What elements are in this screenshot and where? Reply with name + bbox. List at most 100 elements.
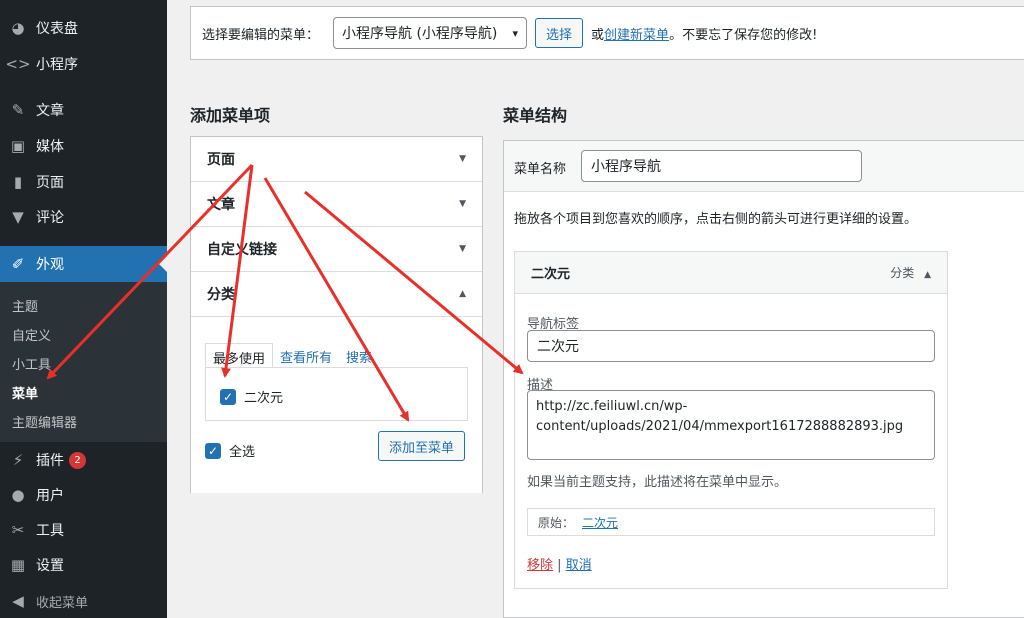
triangle-down-icon: ▼ (459, 244, 466, 254)
menu-select-value: 小程序导航 (小程序导航) (342, 26, 498, 42)
save-hint-text: 。不要忘了保存您的修改! (669, 27, 818, 43)
menu-name-input[interactable]: 小程序导航 (581, 150, 862, 182)
code-icon: <> (5, 55, 31, 73)
page-icon: ▮ (13, 173, 23, 191)
category-list: ✓ 二次元 (205, 367, 468, 421)
menu-tools[interactable]: ✂ 工具 (0, 512, 167, 548)
menu-comments[interactable]: ▼ 评论 (0, 199, 167, 235)
menu-name-label: 菜单名称 (514, 162, 567, 177)
menu-posts-label: 文章 (36, 103, 64, 119)
menu-appearance-label: 外观 (36, 257, 64, 273)
item-actions: 移除 | 取消 (527, 554, 592, 573)
menu-miniprogram-label: 小程序 (36, 57, 78, 73)
create-menu-hint: 或创建新菜单。不要忘了保存您的修改! (591, 24, 817, 43)
menu-settings[interactable]: ▦ 设置 (0, 547, 167, 583)
or-text: 或 (591, 27, 605, 43)
submenu-customize[interactable]: 自定义 (12, 325, 51, 344)
original-label: 原始： (538, 515, 575, 530)
menu-media-label: 媒体 (36, 139, 64, 155)
menu-comments-label: 评论 (36, 210, 64, 226)
appearance-submenu: 主题 自定义 小工具 菜单 主题编辑器 (0, 282, 167, 442)
category-checkbox[interactable]: ✓ (220, 388, 236, 405)
wrench-icon: ✂ (11, 521, 25, 539)
select-all-checkbox[interactable]: ✓ (205, 442, 221, 459)
menu-tools-label: 工具 (36, 523, 64, 539)
menu-plugins[interactable]: ⚡ 插件 2 (0, 442, 167, 478)
accordion-categories-label: 分类 (207, 287, 235, 303)
select-menu-button[interactable]: 选择 (535, 18, 584, 48)
menu-select-bar: 选择要编辑的菜单： 小程序导航 (小程序导航) ▾ 选择 或创建新菜单。不要忘了… (190, 6, 1024, 60)
menu-item-type: 分类 ▲ (890, 264, 931, 281)
submenu-themes[interactable]: 主题 (12, 296, 38, 315)
chevron-down-icon: ▾ (512, 26, 519, 40)
accordion-posts-label: 文章 (207, 197, 235, 213)
menu-users-label: 用户 (36, 488, 64, 504)
add-menu-items-panel: 页面 ▼ 文章 ▼ 自定义链接 ▼ 分类 ▲ 最多使用 查看所有 搜索 ✓ 二次… (190, 136, 483, 493)
cancel-link[interactable]: 取消 (566, 558, 592, 573)
description-hint: 如果当前主题支持，此描述将在菜单中显示。 (527, 475, 788, 490)
original-row: 原始： 二次元 (527, 508, 935, 536)
menu-select-label: 选择要编辑的菜单： (202, 27, 320, 43)
category-item: ✓ 二次元 (220, 387, 283, 406)
menu-item-title: 二次元 (531, 267, 571, 282)
menu-structure-title: 菜单结构 (503, 106, 568, 125)
accordion-custom-links[interactable]: 自定义链接 ▼ (191, 227, 482, 272)
triangle-up-icon[interactable]: ▲ (924, 270, 931, 280)
accordion-categories[interactable]: 分类 ▲ (191, 272, 482, 317)
add-to-menu-button[interactable]: 添加至菜单 (378, 431, 466, 461)
accordion-custom-links-label: 自定义链接 (207, 242, 277, 258)
add-menu-items-title: 添加菜单项 (190, 106, 271, 125)
nav-label-input[interactable]: 二次元 (527, 330, 935, 362)
triangle-down-icon: ▼ (459, 154, 466, 164)
brush-icon: ✐ (11, 255, 25, 273)
actions-separator: | (557, 558, 562, 573)
media-icon: ▣ (10, 137, 26, 155)
categories-panel: 最多使用 查看所有 搜索 ✓ 二次元 ✓ 全选 添加至菜单 (191, 317, 482, 493)
select-all-label: 全选 (229, 445, 256, 460)
remove-link[interactable]: 移除 (527, 558, 553, 573)
menu-select-dropdown[interactable]: 小程序导航 (小程序导航) ▾ (333, 17, 528, 49)
category-tabs: 最多使用 查看所有 搜索 (205, 343, 468, 368)
submenu-widgets[interactable]: 小工具 (12, 354, 51, 373)
accordion-posts[interactable]: 文章 ▼ (191, 182, 482, 227)
collapse-menu-button[interactable]: ◀ 收起菜单 (0, 583, 167, 618)
menu-plugins-label: 插件 (36, 453, 64, 469)
plug-icon: ⚡ (12, 451, 24, 469)
create-new-menu-link[interactable]: 创建新菜单 (604, 28, 669, 43)
menu-media[interactable]: ▣ 媒体 (0, 128, 167, 164)
submenu-theme-editor[interactable]: 主题编辑器 (12, 412, 77, 431)
category-item-label: 二次元 (244, 391, 284, 406)
tab-search[interactable]: 搜索 (339, 343, 379, 368)
menu-item-card: 二次元 分类 ▲ 导航标签 二次元 描述 http://zc.feiliuwl.… (514, 251, 948, 589)
menu-pages-label: 页面 (36, 175, 64, 191)
menu-item-handle[interactable]: 二次元 分类 ▲ (515, 252, 947, 294)
menu-posts[interactable]: ✎ 文章 (0, 92, 167, 128)
user-icon: ● (11, 486, 25, 504)
drag-instructions: 拖放各个项目到您喜欢的顺序，点击右侧的箭头可进行更详细的设置。 (514, 212, 918, 227)
menu-dashboard-label: 仪表盘 (36, 21, 78, 37)
original-link[interactable]: 二次元 (582, 514, 618, 531)
select-all-row: ✓ 全选 (205, 441, 255, 460)
menu-appearance[interactable]: ✐ 外观 (0, 246, 167, 282)
menu-item-type-label: 分类 (890, 266, 915, 280)
menu-pages[interactable]: ▮ 页面 (0, 164, 167, 200)
menu-name-header: 菜单名称 小程序导航 (504, 141, 1024, 192)
settings-icon: ▦ (10, 556, 26, 574)
triangle-up-icon: ▲ (459, 289, 466, 299)
menu-structure-panel: 菜单名称 小程序导航 拖放各个项目到您喜欢的顺序，点击右侧的箭头可进行更详细的设… (503, 140, 1024, 618)
menu-miniprogram[interactable]: <> 小程序 (0, 46, 167, 82)
menu-dashboard[interactable]: ◕ 仪表盘 (0, 10, 167, 46)
description-textarea[interactable]: http://zc.feiliuwl.cn/wp-content/uploads… (527, 390, 935, 460)
pin-icon: ✎ (11, 101, 25, 119)
accordion-pages[interactable]: 页面 ▼ (191, 137, 482, 182)
menu-settings-label: 设置 (36, 558, 64, 574)
tab-view-all[interactable]: 查看所有 (273, 343, 339, 368)
tab-most-used[interactable]: 最多使用 (205, 343, 274, 368)
comment-icon: ▼ (12, 208, 24, 226)
accordion-pages-label: 页面 (207, 152, 235, 168)
triangle-down-icon: ▼ (459, 199, 466, 209)
menu-users[interactable]: ● 用户 (0, 477, 167, 513)
collapse-icon: ◀ (12, 592, 24, 610)
submenu-menus[interactable]: 菜单 (12, 383, 38, 402)
admin-sidebar: ◕ 仪表盘 <> 小程序 ✎ 文章 ▣ 媒体 ▮ 页面 ▼ 评论 ✐ 外观 主题… (0, 0, 167, 618)
